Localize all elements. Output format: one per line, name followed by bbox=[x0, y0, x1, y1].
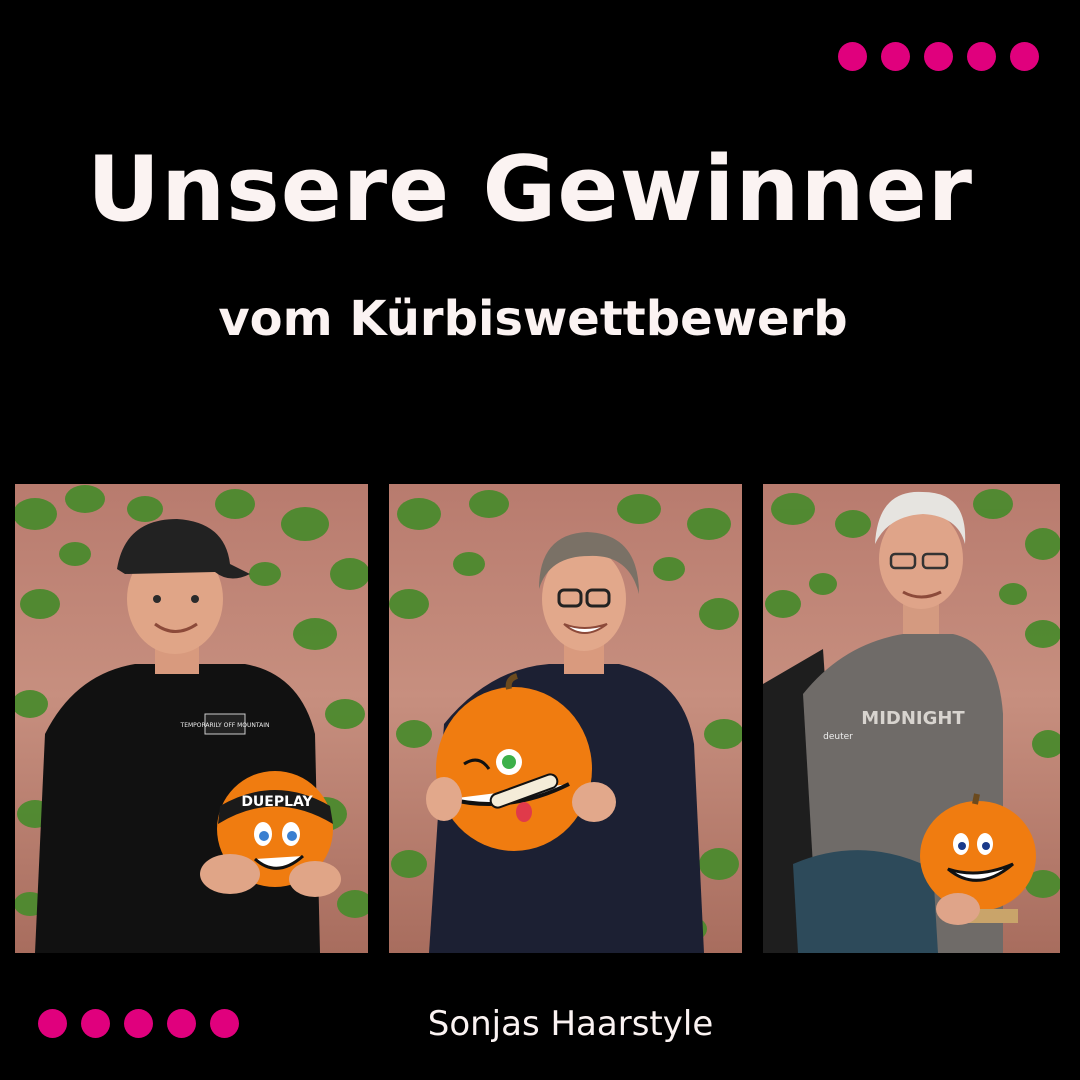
page-subtitle: vom Kürbiswettbewerb bbox=[218, 291, 848, 347]
accent-dot bbox=[124, 1009, 153, 1038]
winner-photo-1: TEMPORARILY OFF MOUNTAIN DUEPLAY bbox=[15, 484, 368, 953]
backpack-brand: deuter bbox=[823, 732, 853, 742]
accent-dot bbox=[38, 1009, 67, 1038]
decorative-dots-bottom bbox=[38, 1009, 239, 1038]
pumpkin-band-text: DUEPLAY bbox=[241, 794, 313, 810]
winner-photo-3: MIDNIGHT deuter bbox=[763, 484, 1060, 953]
accent-dot bbox=[924, 42, 953, 71]
page-title: Unsere Gewinner bbox=[87, 137, 973, 242]
shirt-print: MIDNIGHT bbox=[861, 708, 965, 729]
decorative-dots-top bbox=[838, 42, 1039, 71]
accent-dot bbox=[881, 42, 910, 71]
accent-dot bbox=[81, 1009, 110, 1038]
accent-dot bbox=[1010, 42, 1039, 71]
winner-photo-2 bbox=[389, 484, 742, 953]
accent-dot bbox=[967, 42, 996, 71]
accent-dot bbox=[838, 42, 867, 71]
shirt-print: TEMPORARILY OFF MOUNTAIN bbox=[180, 722, 270, 729]
accent-dot bbox=[167, 1009, 196, 1038]
accent-dot bbox=[210, 1009, 239, 1038]
